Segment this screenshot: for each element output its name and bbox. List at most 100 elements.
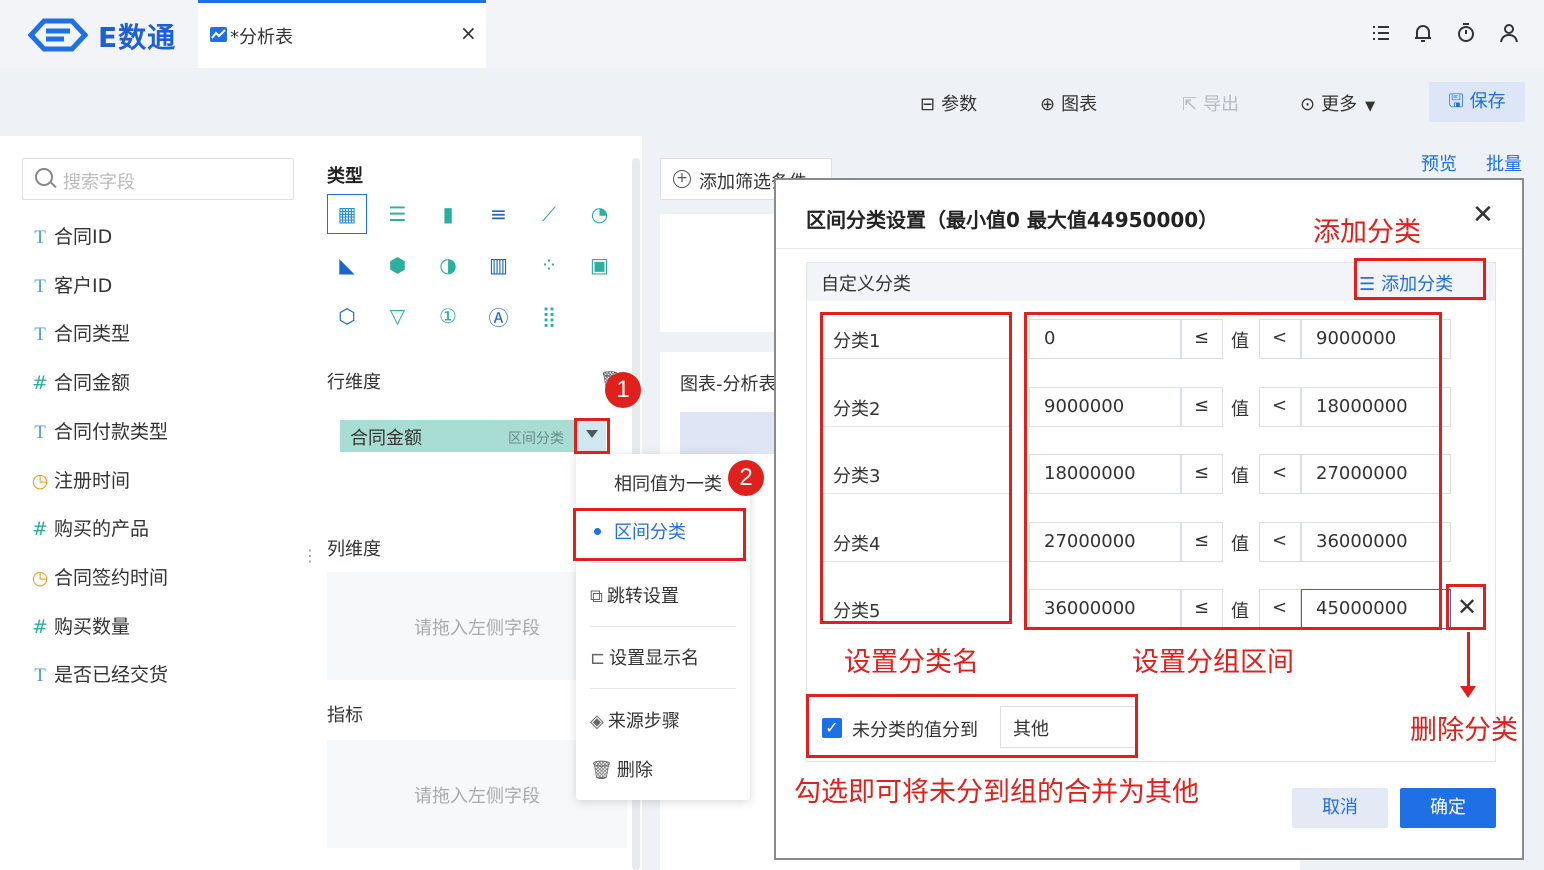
- field-item[interactable]: # 购买的产品: [28, 514, 149, 542]
- table-chart-icon[interactable]: ▦: [327, 194, 367, 234]
- params-label: 参数: [941, 94, 978, 115]
- pie-chart-icon[interactable]: ◔: [580, 194, 620, 234]
- export-icon: ⇱: [1182, 94, 1198, 115]
- params-button[interactable]: ⊟ 参数: [920, 90, 977, 116]
- source-icon: ◈: [590, 711, 604, 732]
- save-label: 保存: [1469, 91, 1506, 112]
- tab-label: *分析表: [230, 27, 293, 48]
- cancel-button[interactable]: 取消: [1292, 788, 1388, 828]
- bell-icon[interactable]: [1412, 22, 1434, 44]
- text-field-icon: T: [34, 324, 46, 346]
- field-item[interactable]: ◷ 合同签约时间: [28, 563, 168, 591]
- ok-button[interactable]: 确定: [1400, 788, 1496, 828]
- heatmap-chart-icon[interactable]: ⣿: [529, 296, 569, 336]
- more-icon: ⊙: [1300, 94, 1316, 115]
- list-icon[interactable]: [1370, 22, 1392, 44]
- annotation-set-name: 设置分类名: [844, 647, 979, 678]
- field-item[interactable]: T 合同类型: [28, 319, 130, 347]
- app-name: E数通: [98, 21, 177, 54]
- preview-link[interactable]: 预览: [1421, 150, 1457, 176]
- menu-label: 删除: [616, 760, 653, 781]
- menu-item-delete[interactable]: 🗑 删除: [590, 756, 653, 782]
- pivot-table-chart-icon[interactable]: ☰: [378, 194, 418, 234]
- annotation-box-add: [1354, 258, 1486, 300]
- more-button[interactable]: ⊙ 更多 ▼: [1300, 90, 1375, 116]
- menu-item-source-step[interactable]: ◈ 来源步骤: [590, 707, 680, 733]
- plus-circle-icon: +: [673, 170, 691, 188]
- scatter-chart-icon[interactable]: ⁘: [529, 245, 569, 285]
- field-label: 合同付款类型: [54, 420, 169, 443]
- params-icon: ⊟: [920, 94, 936, 115]
- menu-label: 跳转设置: [606, 586, 679, 607]
- stacked-bar-chart-icon[interactable]: ▥: [479, 245, 519, 285]
- save-button[interactable]: 🖫 保存: [1429, 82, 1525, 122]
- more-label: 更多: [1321, 94, 1358, 115]
- field-item[interactable]: T 是否已经交货: [28, 660, 168, 688]
- user-icon[interactable]: [1498, 22, 1520, 44]
- gauge-chart-icon[interactable]: ◑: [428, 245, 468, 285]
- field-item[interactable]: T 合同ID: [28, 222, 112, 250]
- menu-item-same-value[interactable]: 相同值为一类: [614, 470, 722, 496]
- chip-tag: 区间分类: [508, 431, 564, 447]
- horizontal-bar-chart-icon[interactable]: ≡: [479, 194, 519, 234]
- grid-chart-icon[interactable]: ▣: [580, 245, 620, 285]
- annotation-add: 添加分类: [1313, 217, 1421, 248]
- close-icon[interactable]: ×: [460, 21, 477, 45]
- add-chart-button[interactable]: ⊕ 图表: [1040, 90, 1097, 116]
- field-context-menu: 相同值为一类 区间分类 ⧉ 跳转设置 ⊏ 设置显示名 ◈ 来源步骤 🗑 删除: [576, 454, 750, 800]
- text-field-icon: T: [34, 421, 46, 443]
- search-icon: [35, 168, 53, 186]
- timer-icon[interactable]: [1455, 22, 1477, 44]
- field-label: 购买的产品: [54, 518, 150, 541]
- export-button[interactable]: ⇱ 导出: [1182, 90, 1239, 116]
- field-label: 注册时间: [54, 469, 131, 492]
- area-chart-icon[interactable]: ◣: [327, 245, 367, 285]
- line-chart-icon[interactable]: ⟋: [529, 194, 569, 234]
- text-field-icon: T: [34, 227, 46, 248]
- annotation-arrow: [1467, 632, 1470, 688]
- step-badge-1: 1: [605, 372, 641, 408]
- field-item[interactable]: # 合同金额: [28, 368, 130, 396]
- number-chart-icon[interactable]: ①: [428, 296, 468, 336]
- number-field-icon: #: [32, 518, 48, 541]
- annotation-set-range: 设置分组区间: [1132, 647, 1294, 678]
- caret-down-icon: ▼: [1365, 99, 1376, 114]
- funnel-chart-icon[interactable]: ▽: [378, 296, 418, 336]
- text-field-icon: T: [34, 275, 46, 297]
- radar-chart-icon[interactable]: ⬡: [327, 296, 367, 336]
- search-input[interactable]: 搜索字段: [22, 158, 294, 200]
- rename-icon: ⊏: [590, 648, 606, 669]
- field-item[interactable]: # 购买数量: [28, 612, 130, 640]
- close-icon[interactable]: ✕: [1472, 200, 1494, 230]
- menu-divider: [590, 688, 736, 689]
- field-label: 合同金额: [54, 372, 131, 395]
- menu-divider: [590, 562, 736, 563]
- tab-analysis[interactable]: *分析表 ×: [198, 0, 486, 68]
- field-item[interactable]: T 合同付款类型: [28, 417, 168, 445]
- field-chip[interactable]: 合同金额 区间分类: [340, 420, 606, 452]
- drag-handle-icon[interactable]: ⋮: [302, 546, 318, 565]
- field-item[interactable]: T 客户ID: [28, 271, 112, 299]
- annotation-check-hint: 勾选即可将未分到组的合并为其他: [794, 777, 1199, 808]
- annotation-arrowhead: [1460, 686, 1476, 698]
- field-label: 购买数量: [54, 615, 131, 638]
- menu-label: 设置显示名: [609, 648, 700, 669]
- bar-chart-icon[interactable]: ▮: [428, 194, 468, 234]
- field-item[interactable]: ◷ 注册时间: [28, 466, 130, 494]
- batch-link[interactable]: 批量: [1486, 150, 1522, 176]
- column-dimension-label: 列维度: [327, 539, 381, 560]
- date-field-icon: ◷: [31, 566, 49, 589]
- field-label: 是否已经交货: [54, 664, 169, 687]
- menu-label: 来源步骤: [607, 711, 680, 732]
- annotation-box-delete: [1446, 584, 1486, 630]
- type-label: 类型: [327, 166, 363, 187]
- field-label: 合同签约时间: [54, 566, 169, 589]
- chart-tab-icon: [210, 27, 227, 42]
- text-card-chart-icon[interactable]: Ⓐ: [479, 296, 519, 336]
- map-chart-icon[interactable]: ⬢: [378, 245, 418, 285]
- annotation-box-range: [573, 508, 746, 561]
- menu-item-display-name[interactable]: ⊏ 设置显示名: [590, 644, 699, 670]
- annotation-box-unclassified: [806, 694, 1138, 758]
- plus-circle-icon: ⊕: [1040, 94, 1056, 115]
- menu-item-jump[interactable]: ⧉ 跳转设置: [590, 582, 679, 608]
